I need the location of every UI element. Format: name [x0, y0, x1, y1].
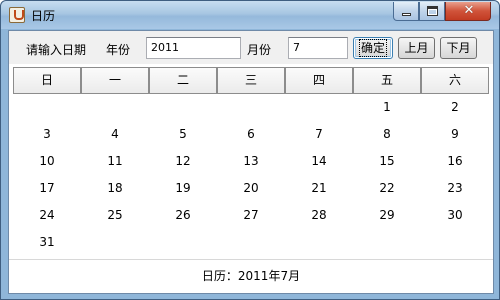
- day-cell: 18: [107, 181, 123, 195]
- weekday-header-cell: 二: [149, 67, 217, 94]
- day-cell: 15: [379, 154, 395, 168]
- day-cell: 13: [243, 154, 259, 168]
- day-cell: 21: [311, 181, 327, 195]
- week-row: 31: [13, 229, 489, 256]
- empty-day-cell: [81, 94, 149, 121]
- maximize-icon: [427, 6, 438, 16]
- week-row: 3 4 5 6 7 8 9: [13, 121, 489, 148]
- weekday-header-cell: 六: [421, 67, 489, 94]
- day-cell: 25: [107, 208, 123, 222]
- footer-divider: [9, 259, 493, 260]
- empty-day-cell: [285, 229, 353, 256]
- month-input[interactable]: 7: [288, 37, 348, 59]
- empty-day-cell: [353, 229, 421, 256]
- day-cell: 31: [39, 235, 55, 249]
- calendar-footer: 日历：2011年7月: [201, 269, 301, 283]
- month-label: 月份: [247, 43, 272, 57]
- day-cell: 11: [107, 154, 123, 168]
- day-cell: 30: [447, 208, 463, 222]
- week-row: 12: [13, 94, 489, 121]
- weekday-header-cell: 一: [81, 67, 149, 94]
- day-cell: 3: [43, 127, 51, 141]
- day-cell: 19: [175, 181, 191, 195]
- year-input[interactable]: 2011: [146, 37, 241, 59]
- empty-day-cell: [421, 229, 489, 256]
- day-cell: 5: [179, 127, 187, 141]
- minimize-icon: [402, 13, 411, 16]
- day-cell: 27: [243, 208, 259, 222]
- day-cell: 16: [447, 154, 463, 168]
- empty-day-cell: [81, 229, 149, 256]
- day-cell: 22: [379, 181, 395, 195]
- empty-day-cell: [217, 229, 285, 256]
- confirm-button-label: 确定: [358, 39, 388, 57]
- date-input-bar: 请输入日期 年份 2011 月份 7 确定 上月 下月: [9, 31, 493, 64]
- day-cell: 6: [247, 127, 255, 141]
- java-cup-icon: [9, 7, 25, 23]
- prev-month-label: 上月: [404, 41, 429, 55]
- day-cell: 14: [311, 154, 327, 168]
- day-cell: 12: [175, 154, 191, 168]
- day-cell: 2: [451, 100, 459, 114]
- day-cell: 24: [39, 208, 55, 222]
- empty-day-cell: [13, 94, 81, 121]
- empty-day-cell: [217, 94, 285, 121]
- day-cell: 7: [315, 127, 323, 141]
- next-month-label: 下月: [446, 41, 471, 55]
- day-cell: 17: [39, 181, 55, 195]
- close-button[interactable]: ✕: [445, 2, 491, 21]
- day-cell: 8: [383, 127, 391, 141]
- client-area: 请输入日期 年份 2011 月份 7 确定 上月 下月 日一二三四五六 1234…: [8, 30, 494, 294]
- maximize-button[interactable]: [419, 2, 445, 21]
- empty-day-cell: [285, 94, 353, 121]
- week-row: 17 18 19 20 21 22 23: [13, 175, 489, 202]
- day-cell: 9: [451, 127, 459, 141]
- day-cell: 29: [379, 208, 395, 222]
- day-cell: 26: [175, 208, 191, 222]
- weekday-header-cell: 四: [285, 67, 353, 94]
- day-cell: 28: [311, 208, 327, 222]
- weekday-header-cell: 三: [217, 67, 285, 94]
- close-icon: ✕: [463, 3, 475, 18]
- week-row: 10 11 12 13 14 15 16: [13, 148, 489, 175]
- week-row: 24 25 26 27 28 29 30: [13, 202, 489, 229]
- day-cell: 4: [111, 127, 119, 141]
- calendar-grid: 日一二三四五六 1 2 3 4 5 6 7 8 9 10 11 12 13 14 15 16 17 18 19 20 2…: [13, 67, 489, 256]
- title-bar[interactable]: 日历 ✕: [1, 1, 499, 29]
- calendar-weeks: 1 2 3 4 5 6 7 8 9 10 11 12 13 14 15 16 17 18 19 20 21 22 23 24 2…: [13, 94, 489, 256]
- minimize-button[interactable]: [393, 2, 419, 21]
- confirm-button[interactable]: 确定: [353, 37, 393, 59]
- weekday-header-cell: 日: [13, 67, 81, 94]
- day-cell: 23: [447, 181, 463, 195]
- weekday-header-row: 日一二三四五六: [13, 67, 489, 94]
- day-cell: 10: [39, 154, 55, 168]
- date-prompt-label: 请输入日期: [26, 43, 87, 57]
- day-cell: 1: [383, 100, 391, 114]
- next-month-button[interactable]: 下月: [440, 37, 477, 59]
- prev-month-button[interactable]: 上月: [398, 37, 435, 59]
- calendar-window: 日历 ✕ 请输入日期 年份 2011 月份 7 确定 上月 下月 日 一 二 三…: [0, 0, 500, 300]
- day-cell: 20: [243, 181, 259, 195]
- window-title: 日历: [31, 9, 56, 23]
- empty-day-cell: [149, 94, 217, 121]
- year-label: 年份: [106, 43, 131, 57]
- empty-day-cell: [149, 229, 217, 256]
- weekday-header-cell: 五: [353, 67, 421, 94]
